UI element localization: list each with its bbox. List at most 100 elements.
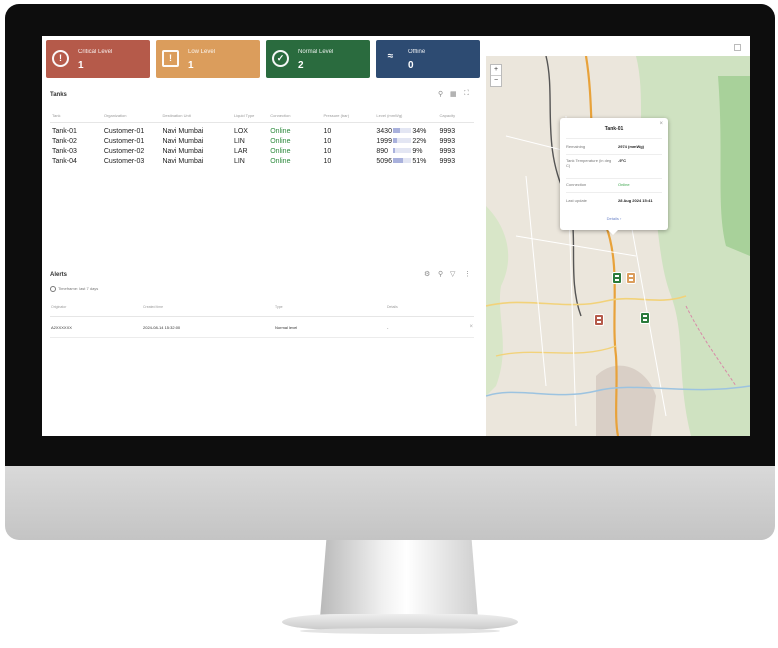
tank-marker-normal[interactable] — [640, 312, 650, 324]
level-bar — [393, 148, 412, 154]
level-bar — [393, 138, 412, 144]
alerts-body: A2XXXXXX 2024-08-14 15:32:00 Normal level -… — [50, 316, 474, 338]
column-header[interactable]: Destination Unit — [160, 108, 232, 123]
tank-name: Tank-02 — [52, 137, 77, 145]
column-header[interactable]: Liquid Type — [231, 108, 269, 123]
tanks-body: Tank-01 Customer-01 Navi Mumbai LOX Online 10… — [50, 123, 474, 167]
more-icon[interactable]: ⋮ — [464, 270, 471, 278]
fullscreen-icon[interactable]: ⛶ — [464, 90, 469, 98]
column-header[interactable]: Tank — [50, 108, 102, 123]
connection-status: Online — [270, 157, 291, 165]
organization: Customer-01 — [103, 127, 145, 135]
zoom-out-button[interactable]: − — [491, 75, 501, 86]
table-row[interactable]: A2XXXXXX 2024-08-14 15:32:00 Normal level -… — [50, 316, 474, 338]
popup-value: -9°C — [618, 158, 627, 163]
column-header[interactable]: Organization — [101, 108, 161, 123]
details-link-label: Details — [606, 216, 619, 221]
popup-value: 2974 (mmWg) — [618, 144, 645, 149]
table-row[interactable]: Tank-02 Customer-01 Navi Mumbai LIN Online 10… — [50, 136, 474, 146]
pressure-value: 10 — [323, 127, 332, 135]
popup-divider — [566, 154, 662, 155]
capacity-value: 9993 — [439, 127, 456, 135]
tanks-table: Tank Organization Destination Unit Liquid T… — [50, 108, 474, 166]
map-view[interactable]: + − Tank-01 × Remaining 2974 (mmWg) Tank… — [486, 56, 750, 436]
column-header[interactable]: Details — [386, 298, 468, 317]
table-row[interactable]: Tank-04 Customer-03 Navi Mumbai LIN Online 10… — [50, 156, 474, 166]
pressure-value: 10 — [323, 137, 332, 145]
table-row[interactable]: Tank-03 Customer-02 Navi Mumbai LAR Online 10… — [50, 146, 474, 156]
tank-marker-low[interactable] — [626, 272, 636, 284]
level-value: 890 — [376, 147, 389, 155]
check-icon: ✓ — [272, 50, 289, 67]
organization: Customer-02 — [103, 147, 145, 155]
pressure-value: 10 — [323, 157, 332, 165]
details-link[interactable]: Details › — [560, 216, 668, 221]
timeframe-filter[interactable]: Timeframe: last 7 days — [50, 286, 98, 292]
level-value: 1999 — [376, 137, 392, 145]
liquid-type: LIN — [233, 137, 245, 145]
card-label: Low Level — [188, 49, 216, 55]
zoom-control: + − — [490, 64, 502, 87]
table-row[interactable]: Tank-01 Customer-01 Navi Mumbai LOX Online 10… — [50, 123, 474, 137]
low-level-card[interactable]: ! Low Level 1 — [156, 40, 260, 78]
search-icon[interactable]: ⚲ — [438, 270, 443, 278]
popup-key: Remaining — [566, 144, 586, 149]
column-header[interactable]: Created time — [142, 298, 274, 317]
liquid-type: LIN — [233, 157, 245, 165]
level-percent: 34% — [412, 127, 427, 135]
column-header[interactable]: Pressure (bar) — [321, 108, 375, 123]
tank-popup: Tank-01 × Remaining 2974 (mmWg) Tank Tem… — [560, 118, 668, 235]
normal-level-card[interactable]: ✓ Normal Level 2 — [266, 40, 370, 78]
search-icon[interactable]: ⚲ — [438, 90, 443, 98]
level-cell: 890 9% — [374, 146, 437, 156]
warning-icon: ! — [162, 50, 179, 67]
expand-icon[interactable] — [734, 44, 741, 51]
level-percent: 22% — [412, 137, 427, 145]
tank-marker-normal[interactable] — [612, 272, 622, 284]
column-header[interactable]: Type — [274, 298, 386, 317]
liquid-type: LOX — [233, 127, 248, 135]
column-header[interactable]: Connection — [268, 108, 322, 123]
alert-details: - — [386, 316, 468, 338]
alerts-table: Originator Created time Type Details A2XXXX… — [50, 298, 474, 338]
column-header[interactable]: Originator — [50, 298, 142, 317]
columns-icon[interactable]: ▦ — [450, 90, 457, 98]
zoom-in-button[interactable]: + — [491, 65, 501, 75]
clock-icon — [50, 286, 56, 292]
level-cell: 3430 34% — [374, 123, 437, 137]
timeframe-label: Timeframe: last 7 days — [58, 286, 99, 292]
critical-level-card[interactable]: ! Critical Level 1 — [46, 40, 150, 78]
clear-alert-icon[interactable]: × — [468, 316, 474, 338]
column-header[interactable]: Capacity — [437, 108, 474, 123]
close-icon[interactable]: × — [659, 121, 663, 127]
destination-unit: Navi Mumbai — [162, 137, 204, 145]
connection-status: Online — [270, 147, 291, 155]
column-header[interactable]: Level (mmWg) — [374, 108, 438, 123]
popup-key: Tank Temperature (in deg C) — [566, 158, 612, 168]
connection-status: Online — [270, 127, 291, 135]
level-bar-fill — [393, 148, 395, 154]
wifi-off-icon: ≈ — [387, 51, 394, 62]
tank-alert-icon: ! — [52, 50, 69, 67]
level-cell: 1999 22% — [374, 136, 437, 146]
column-header-actions — [468, 298, 474, 317]
level-bar-fill — [393, 128, 400, 134]
dashboard-screen: ! Critical Level 1 ! Low Level 1 ✓ Norma… — [42, 36, 750, 436]
popup-key: Last update — [566, 198, 587, 203]
alerts-title: Alerts — [50, 272, 68, 278]
offline-card[interactable]: ≈ Offline 0 — [376, 40, 480, 78]
tank-name: Tank-01 — [52, 127, 77, 135]
destination-unit: Navi Mumbai — [162, 157, 204, 165]
monitor-chin — [5, 466, 775, 540]
settings-icon[interactable]: ⚙ — [424, 270, 430, 278]
tank-marker-critical[interactable] — [594, 314, 604, 326]
card-label: Normal Level — [298, 49, 334, 55]
filter-icon[interactable]: ▽ — [450, 270, 455, 278]
level-bar-fill — [393, 158, 403, 164]
alert-originator: A2XXXXXX — [50, 316, 142, 338]
connection-status: Online — [270, 137, 291, 145]
capacity-value: 9993 — [439, 147, 456, 155]
level-bar — [393, 128, 412, 134]
popup-title: Tank-01 — [604, 126, 624, 132]
tank-name: Tank-04 — [52, 157, 77, 165]
